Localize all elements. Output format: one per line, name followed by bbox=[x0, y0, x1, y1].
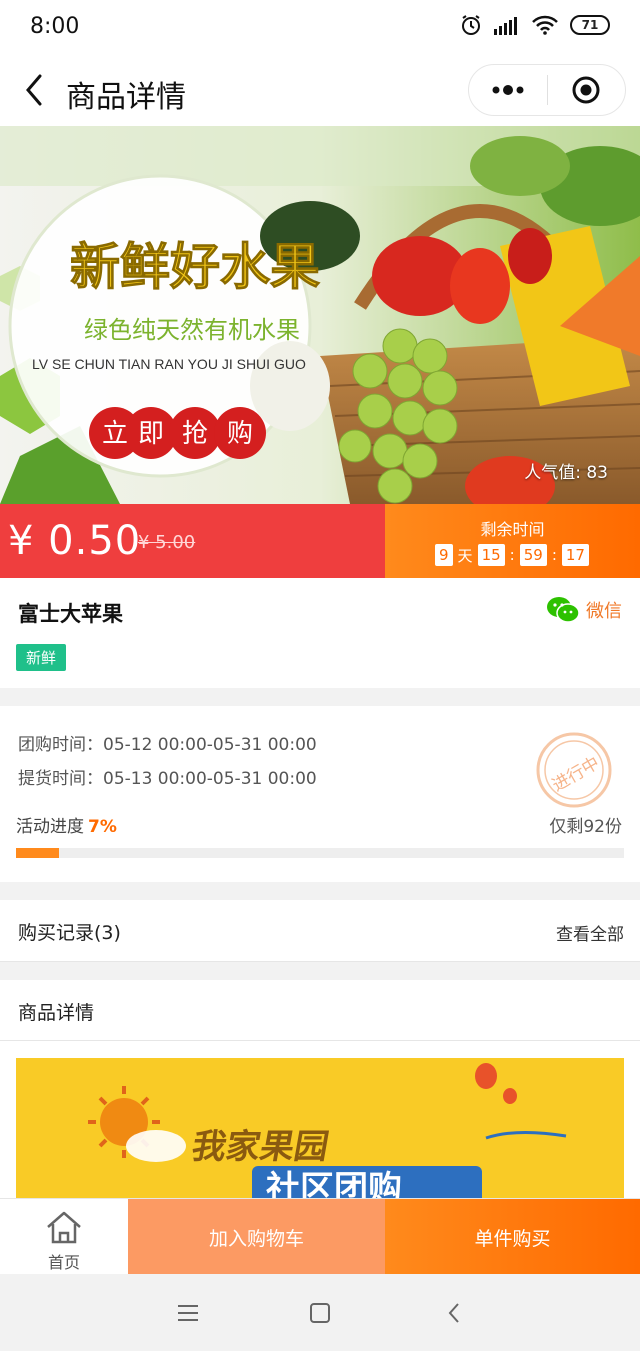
back-button[interactable] bbox=[18, 68, 54, 112]
wechat-share-label: 微信 bbox=[586, 601, 622, 622]
banner-pinyin: LV SE CHUN TIAN RAN YOU JI SHUI GUO bbox=[32, 356, 306, 372]
purchase-records-title: 购买记录(3) bbox=[18, 922, 121, 944]
alarm-icon bbox=[462, 15, 480, 35]
product-details-title: 商品详情 bbox=[18, 1002, 95, 1024]
product-info: 富士大苹果 微信 新鲜 bbox=[0, 578, 640, 688]
wechat-share-button[interactable]: 微信 bbox=[546, 596, 622, 624]
square-home-icon[interactable] bbox=[309, 1302, 331, 1324]
system-nav-bar bbox=[0, 1274, 640, 1351]
countdown-day-unit: 天 bbox=[457, 546, 473, 565]
details-banner-line2: 社区团购 bbox=[266, 1169, 402, 1200]
banner-headline: 新鲜好水果 bbox=[70, 238, 320, 296]
close-button[interactable] bbox=[548, 65, 626, 115]
bottom-action-bar: 首页 加入购物车 单件购买 bbox=[0, 1198, 640, 1275]
price-bar: ¥ 0.50 ¥ 5.00 剩余时间 9 天 15 : 59 : 17 bbox=[0, 504, 640, 578]
countdown-hours: 15 bbox=[477, 544, 505, 566]
wifi-icon bbox=[532, 15, 558, 35]
banner-subline: 绿色纯天然有机水果 bbox=[84, 316, 300, 344]
status-icons: 71 bbox=[460, 14, 610, 36]
cta-char-2: 即 bbox=[138, 419, 164, 449]
purchase-records[interactable]: 购买记录(3) 查看全部 bbox=[0, 900, 640, 962]
countdown: 9 天 15 : 59 : 17 bbox=[435, 544, 589, 566]
view-all-link[interactable]: 查看全部 bbox=[556, 920, 624, 945]
in-progress-stamp: 进行中 bbox=[536, 732, 612, 808]
page: 8:00 71 商品详情 新鲜好水果 绿色纯天然有机水果 LV SE CHUN … bbox=[0, 0, 640, 1351]
battery-icon: 71 bbox=[570, 15, 610, 35]
progress-fill bbox=[16, 848, 59, 858]
countdown-sep: : bbox=[551, 546, 557, 564]
progress-bar bbox=[16, 848, 624, 858]
pickup-time: 提货时间：05-13 00:00-05-31 00:00 bbox=[18, 769, 317, 789]
wechat-icon bbox=[547, 597, 580, 623]
product-tag: 新鲜 bbox=[16, 644, 67, 671]
system-back-icon[interactable] bbox=[446, 1301, 462, 1325]
price-panel: ¥ 0.50 ¥ 5.00 bbox=[0, 504, 385, 578]
nav-bar: 商品详情 bbox=[0, 54, 640, 126]
details-banner-image: 我家果园 社区团购 bbox=[16, 1058, 624, 1200]
details-divider bbox=[0, 1040, 640, 1041]
countdown-minutes: 59 bbox=[519, 544, 547, 566]
chevron-left-icon bbox=[26, 74, 42, 106]
countdown-days: 9 bbox=[435, 544, 453, 566]
product-name: 富士大苹果 bbox=[18, 602, 123, 626]
home-icon bbox=[47, 1211, 81, 1244]
more-button[interactable] bbox=[469, 65, 547, 115]
product-banner[interactable]: 新鲜好水果 绿色纯天然有机水果 LV SE CHUN TIAN RAN YOU … bbox=[0, 126, 640, 504]
progress-label-text: 活动进度 bbox=[16, 817, 84, 837]
remaining-time-title: 剩余时间 bbox=[480, 520, 545, 539]
buy-single-button[interactable]: 单件购买 bbox=[385, 1199, 640, 1275]
banner-image: 新鲜好水果 绿色纯天然有机水果 LV SE CHUN TIAN RAN YOU … bbox=[0, 126, 640, 504]
cta-char-3: 抢 bbox=[182, 419, 208, 449]
details-banner-line1: 我家果园 bbox=[189, 1127, 332, 1167]
product-details: 商品详情 我家果园 社区团购 bbox=[0, 980, 640, 1200]
progress-percent: 7% bbox=[88, 817, 117, 837]
status-bar: 8:00 71 bbox=[0, 0, 640, 54]
cta-char-1: 立 bbox=[102, 419, 128, 449]
home-button[interactable]: 首页 bbox=[0, 1199, 128, 1275]
add-to-cart-button[interactable]: 加入购物车 bbox=[128, 1199, 385, 1275]
mini-program-capsule bbox=[468, 64, 626, 116]
page-title: 商品详情 bbox=[66, 80, 186, 115]
activity-info: 团购时间：05-12 00:00-05-31 00:00 提货时间：05-13 … bbox=[0, 706, 640, 882]
home-label: 首页 bbox=[47, 1253, 80, 1272]
more-dots-icon bbox=[492, 85, 524, 95]
original-price: ¥ 5.00 bbox=[138, 532, 196, 553]
status-time: 8:00 bbox=[30, 14, 80, 39]
countdown-sep: : bbox=[509, 546, 515, 564]
target-close-icon bbox=[572, 76, 600, 104]
menu-icon[interactable] bbox=[176, 1303, 200, 1323]
countdown-panel: 剩余时间 9 天 15 : 59 : 17 bbox=[385, 504, 640, 578]
current-price: ¥ 0.50 bbox=[8, 518, 142, 564]
remaining-stock: 仅剩92份 bbox=[549, 817, 622, 837]
signal-icon bbox=[494, 17, 517, 35]
popularity-value: 人气值: 83 bbox=[524, 463, 608, 483]
progress-label: 活动进度 7% bbox=[16, 812, 117, 837]
countdown-seconds: 17 bbox=[561, 544, 589, 566]
cta-char-4: 购 bbox=[227, 419, 253, 449]
group-buy-time: 团购时间：05-12 00:00-05-31 00:00 bbox=[18, 735, 317, 755]
